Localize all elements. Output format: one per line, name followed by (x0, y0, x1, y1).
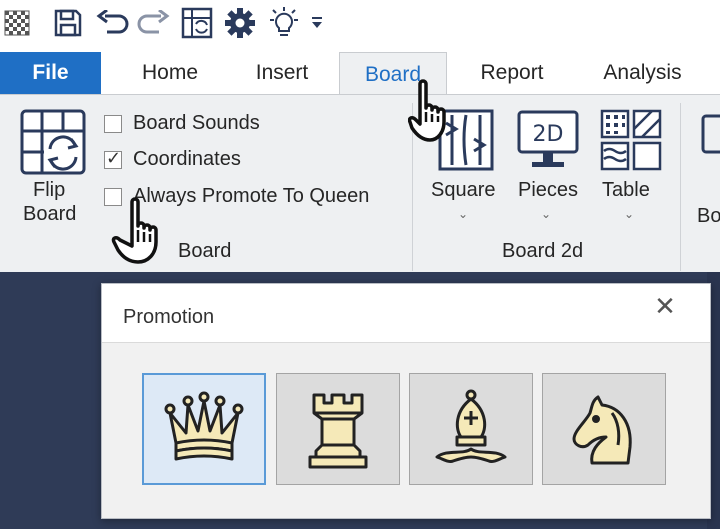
tab-insert[interactable]: Insert (236, 52, 328, 94)
tab-file[interactable]: File (0, 52, 101, 94)
promote-queen-button[interactable] (142, 373, 266, 485)
knight-icon (572, 395, 632, 465)
cut-off-monitor-icon[interactable] (700, 113, 720, 163)
square-chevron-down-icon[interactable]: ⌄ (458, 207, 468, 221)
ribbon-tabs: File Home Insert Board Report Analysis (0, 52, 720, 96)
app-icon[interactable] (2, 6, 32, 40)
promote-bishop-button[interactable] (409, 373, 533, 485)
undo-icon[interactable] (94, 6, 130, 40)
cut-off-label[interactable]: Bo (697, 205, 720, 228)
tab-report[interactable]: Report (462, 52, 562, 94)
table-style-icon[interactable] (600, 109, 662, 171)
board-sounds-label[interactable]: Board Sounds (133, 112, 260, 135)
board-sounds-checkbox[interactable] (104, 115, 122, 133)
save-icon[interactable] (52, 6, 84, 40)
pieces-icon-text: 2D (533, 122, 564, 147)
group-label-board: Board (178, 240, 232, 262)
promote-knight-button[interactable] (542, 373, 666, 485)
dialog-title: Promotion (123, 306, 215, 328)
tab-analysis[interactable]: Analysis (585, 52, 700, 94)
table-chevron-down-icon[interactable]: ⌄ (624, 207, 634, 221)
bishop-icon (435, 389, 507, 463)
pieces-chevron-down-icon[interactable]: ⌄ (541, 207, 551, 221)
group-label-board-2d: Board 2d (502, 240, 584, 262)
tab-home[interactable]: Home (122, 52, 218, 94)
hand-cursor-icon (407, 78, 468, 149)
promotion-dialog: Promotion ✕ (101, 283, 711, 519)
flip-board-label-line1[interactable]: Flip (33, 179, 65, 202)
coordinates-label[interactable]: Coordinates (133, 148, 241, 171)
customize-dropdown-icon[interactable] (308, 6, 326, 40)
flip-board-icon[interactable] (20, 109, 86, 175)
rook-icon (308, 393, 368, 469)
dialog-header: Promotion ✕ (102, 284, 710, 342)
flip-board-label-line2[interactable]: Board (23, 203, 76, 226)
quick-access-toolbar (0, 0, 720, 46)
pieces-label[interactable]: Pieces (518, 179, 578, 202)
close-icon[interactable]: ✕ (650, 292, 680, 322)
queen-icon (164, 391, 244, 461)
pieces-monitor-icon[interactable]: 2D (516, 109, 580, 171)
square-label[interactable]: Square (431, 179, 496, 202)
redo-icon[interactable] (136, 6, 172, 40)
ribbon-separator (680, 103, 681, 271)
hand-cursor-icon (108, 196, 174, 273)
table-label[interactable]: Table (602, 179, 650, 202)
settings-gear-icon[interactable] (222, 6, 258, 40)
checkmark-icon: ✓ (106, 148, 122, 169)
promotion-pieces-row (102, 342, 710, 518)
coordinates-checkbox[interactable]: ✓ (104, 148, 122, 169)
lightbulb-icon[interactable] (266, 6, 302, 40)
board-setup-icon[interactable] (180, 6, 214, 40)
promote-rook-button[interactable] (276, 373, 400, 485)
